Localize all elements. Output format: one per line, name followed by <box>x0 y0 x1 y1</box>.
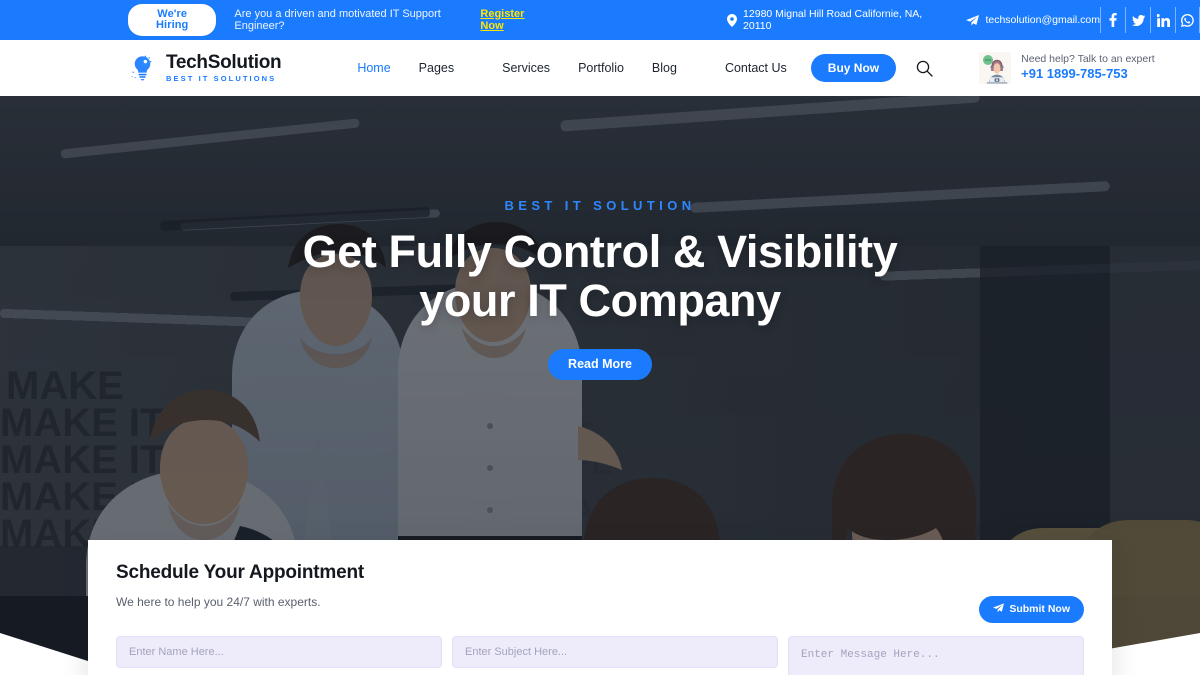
twitter-icon[interactable] <box>1125 7 1150 33</box>
nav-item-services[interactable]: Services <box>488 61 564 75</box>
expert-help-text: Need help? Talk to an expert <box>1021 53 1155 66</box>
appointment-heading-block: Schedule Your Appointment We here to hel… <box>116 562 364 609</box>
submit-now-button[interactable]: Submit Now <box>979 596 1084 623</box>
nav-item-blog[interactable]: Blog <box>638 61 691 75</box>
logo-text: TechSolution BEST IT SOLUTIONS <box>166 52 282 84</box>
topbar-address: 12980 Mignal Hill Road Californie, NA, 2… <box>727 8 922 32</box>
hero-title-line-1: Get Fully Control & Visibility <box>302 226 898 277</box>
expert-contact: Need help? Talk to an expert +91 1899-78… <box>978 51 1155 85</box>
whatsapp-icon[interactable] <box>1175 7 1200 33</box>
site-header: TechSolution BEST IT SOLUTIONS Home Page… <box>0 40 1200 96</box>
appointment-header: Schedule Your Appointment We here to hel… <box>116 562 1084 623</box>
message-textarea[interactable] <box>788 635 1084 675</box>
logo[interactable]: TechSolution BEST IT SOLUTIONS <box>128 52 282 84</box>
social-links <box>1100 7 1200 33</box>
register-now-link[interactable]: Register Now <box>480 8 541 32</box>
nav-item-portfolio[interactable]: Portfolio <box>564 61 638 75</box>
location-pin-icon <box>727 13 738 27</box>
lightbulb-gear-icon <box>128 53 158 83</box>
search-icon[interactable] <box>914 58 934 78</box>
top-bar: We're Hiring Are you a driven and motiva… <box>0 0 1200 40</box>
facebook-icon[interactable] <box>1100 7 1125 33</box>
hero-content: BEST IT SOLUTION Get Fully Control & Vis… <box>0 198 1200 380</box>
email-text: techsolution@gmail.com <box>985 14 1100 26</box>
appointment-subtitle: We here to help you 24/7 with experts. <box>116 595 321 609</box>
logo-title: TechSolution <box>166 52 282 74</box>
support-agent-avatar-icon <box>978 51 1012 85</box>
logo-subtitle: BEST IT SOLUTIONS <box>166 74 277 84</box>
name-input[interactable] <box>116 635 442 668</box>
submit-now-label: Submit Now <box>1009 603 1070 615</box>
appointment-card: Schedule Your Appointment We here to hel… <box>88 540 1112 675</box>
nav-item-home[interactable]: Home <box>343 61 404 75</box>
page-root: We're Hiring Are you a driven and motiva… <box>0 0 1200 675</box>
subject-input[interactable] <box>452 635 778 668</box>
paper-plane-icon <box>966 14 980 26</box>
appointment-title: Schedule Your Appointment <box>116 562 364 583</box>
topbar-email[interactable]: techsolution@gmail.com <box>966 14 1100 26</box>
hiring-message: Are you a driven and motivated IT Suppor… <box>234 8 441 32</box>
buy-now-button[interactable]: Buy Now <box>810 54 897 82</box>
hero-title: Get Fully Control & Visibility your IT C… <box>0 226 1200 326</box>
hero-title-line-2: your IT Company <box>419 274 781 326</box>
were-hiring-badge[interactable]: We're Hiring <box>128 4 217 36</box>
linkedin-icon[interactable] <box>1150 7 1175 33</box>
nav-item-pages[interactable]: Pages <box>405 61 468 75</box>
main-navigation: Home Pages Services Portfolio Blog Conta… <box>343 54 934 82</box>
submit-plane-icon <box>993 603 1005 616</box>
expert-text-block: Need help? Talk to an expert +91 1899-78… <box>1021 53 1154 82</box>
expert-phone-number[interactable]: +91 1899-785-753 <box>1021 66 1154 82</box>
address-text: 12980 Mignal Hill Road Californie, NA, 2… <box>743 8 923 32</box>
read-more-button[interactable]: Read More <box>548 349 652 380</box>
nav-item-contact-us[interactable]: Contact Us <box>711 61 801 75</box>
appointment-form <box>116 635 1084 675</box>
hero-eyebrow: BEST IT SOLUTION <box>504 198 696 213</box>
